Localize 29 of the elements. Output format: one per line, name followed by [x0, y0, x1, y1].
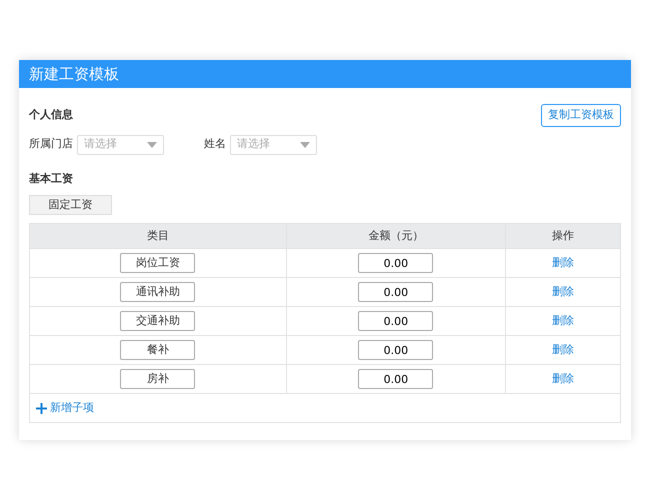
item-name-box[interactable]: 岗位工资 — [120, 253, 196, 273]
amount-field[interactable]: 0.00 — [358, 311, 434, 331]
column-header: 操作 — [506, 224, 620, 248]
caret-icon — [300, 142, 310, 148]
amount-field[interactable]: 0.00 — [358, 253, 434, 273]
field-label: 姓名 — [204, 136, 226, 152]
amount-field[interactable]: 0.00 — [358, 282, 434, 302]
column-header: 金额（元） — [286, 224, 506, 248]
amount-field[interactable]: 0.00 — [358, 340, 434, 360]
delete-link[interactable]: 删除 — [552, 284, 574, 298]
field-label: 所属门店 — [29, 136, 73, 152]
section-heading: 基本工资 — [29, 170, 74, 186]
delete-link[interactable]: 删除 — [552, 256, 574, 269]
salary-type-button[interactable]: 固定工资 — [29, 195, 112, 215]
item-name-box[interactable]: 交通补助 — [120, 311, 196, 331]
dialog-title: 新建工资模板 — [19, 60, 631, 88]
section-heading: 个人信息 — [29, 107, 73, 123]
delete-link[interactable]: 删除 — [552, 342, 574, 356]
item-name-box[interactable]: 餐补 — [120, 340, 196, 360]
add-item-link[interactable]: 新增子项 — [36, 400, 94, 416]
delete-link[interactable]: 删除 — [552, 314, 574, 327]
item-name-box[interactable]: 房补 — [120, 369, 196, 389]
delete-link[interactable]: 删除 — [552, 372, 574, 385]
copy-template-button[interactable]: 复制工资模板 — [541, 104, 621, 126]
caret-icon — [147, 142, 157, 148]
item-name-box[interactable]: 通讯补助 — [120, 282, 196, 302]
plus-icon — [36, 402, 47, 414]
column-header: 类目 — [30, 224, 286, 248]
amount-field[interactable]: 0.00 — [358, 369, 434, 389]
